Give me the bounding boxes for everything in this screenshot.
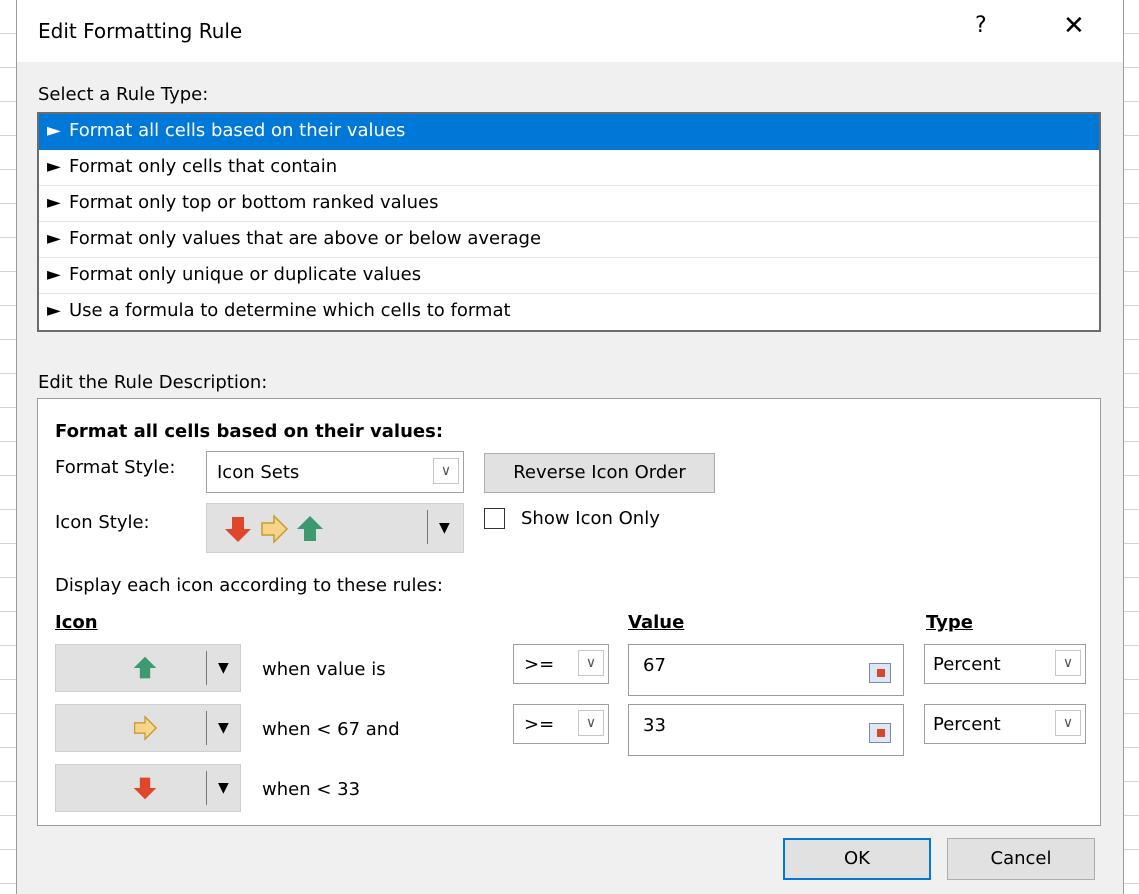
rule-condition-text: when < 67 and xyxy=(262,719,400,740)
chevron-down-icon: ∨ xyxy=(1055,650,1081,676)
chevron-down-icon: ∨ xyxy=(578,710,604,736)
arrow-pointer-icon: ► xyxy=(47,156,61,177)
down-arrow-red-icon xyxy=(225,517,251,542)
range-select-icon[interactable] xyxy=(869,723,891,743)
arrow-pointer-icon: ► xyxy=(47,120,61,141)
arrow-pointer-icon: ► xyxy=(47,300,61,321)
dialog-title: Edit Formatting Rule xyxy=(38,19,243,43)
rule-type-item[interactable]: ► Format only top or bottom ranked values xyxy=(39,186,1099,222)
chevron-down-icon: ∨ xyxy=(1055,710,1081,736)
type-select[interactable]: Percent ∨ xyxy=(924,644,1086,684)
down-arrow-red-icon xyxy=(133,777,157,800)
title-bar: Edit Formatting Rule ? ✕ xyxy=(17,0,1123,62)
icon-style-label: Icon Style: xyxy=(55,512,150,533)
icon-style-select[interactable]: ▼ xyxy=(206,503,464,553)
edit-formatting-rule-dialog: Edit Formatting Rule ? ✕ Select a Rule T… xyxy=(16,0,1124,894)
icon-column-header: Icon xyxy=(55,612,98,633)
dropdown-arrow-icon: ▼ xyxy=(218,780,229,796)
show-icon-only-label: Show Icon Only xyxy=(521,508,660,529)
reverse-icon-order-button[interactable]: Reverse Icon Order xyxy=(484,453,715,493)
type-select[interactable]: Percent ∨ xyxy=(924,704,1086,744)
value-input[interactable]: 67 xyxy=(628,644,904,696)
format-style-label: Format Style: xyxy=(55,457,176,478)
format-style-value: Icon Sets xyxy=(217,462,300,483)
rule-description-panel: Format all cells based on their values: … xyxy=(37,398,1101,826)
chevron-down-icon: ∨ xyxy=(578,650,604,676)
up-arrow-green-icon xyxy=(297,516,323,541)
type-column-header: Type xyxy=(926,612,973,633)
right-arrow-yellow-icon xyxy=(261,514,289,544)
rule-type-label: Select a Rule Type: xyxy=(38,84,209,105)
display-rules-label: Display each icon according to these rul… xyxy=(55,575,443,596)
chevron-down-icon: ∨ xyxy=(433,458,459,484)
close-button[interactable]: ✕ xyxy=(1063,11,1085,41)
rule-icon-select[interactable]: ▼ xyxy=(55,764,241,812)
right-arrow-yellow-icon xyxy=(133,715,158,741)
rule-type-item[interactable]: ► Format only cells that contain xyxy=(39,150,1099,186)
value-column-header: Value xyxy=(628,612,685,633)
rule-icon-select[interactable]: ▼ xyxy=(55,704,241,752)
dropdown-arrow-icon: ▼ xyxy=(439,520,450,536)
rule-condition-text: when value is xyxy=(262,659,386,680)
dropdown-arrow-icon: ▼ xyxy=(218,720,229,736)
rule-icon-select[interactable]: ▼ xyxy=(55,644,241,692)
show-icon-only-checkbox[interactable] xyxy=(484,508,505,529)
help-button[interactable]: ? xyxy=(975,13,987,38)
arrow-pointer-icon: ► xyxy=(47,228,61,249)
rule-condition-text: when < 33 xyxy=(262,779,361,800)
range-select-icon[interactable] xyxy=(869,663,891,683)
rule-type-list: ► Format all cells based on their values … xyxy=(37,112,1101,332)
up-arrow-green-icon xyxy=(133,656,157,679)
description-heading: Format all cells based on their values: xyxy=(55,421,444,442)
arrow-pointer-icon: ► xyxy=(47,192,61,213)
rule-type-item[interactable]: ► Format only values that are above or be… xyxy=(39,222,1099,258)
rule-description-label: Edit the Rule Description: xyxy=(38,372,268,393)
rule-type-item[interactable]: ► Format all cells based on their values xyxy=(39,114,1099,150)
operator-select[interactable]: >= ∨ xyxy=(513,644,609,684)
dropdown-arrow-icon: ▼ xyxy=(218,660,229,676)
cancel-button[interactable]: Cancel xyxy=(947,838,1095,880)
rule-type-item[interactable]: ► Format only unique or duplicate values xyxy=(39,258,1099,294)
arrow-pointer-icon: ► xyxy=(47,264,61,285)
operator-select[interactable]: >= ∨ xyxy=(513,704,609,744)
format-style-select[interactable]: Icon Sets ∨ xyxy=(206,451,464,493)
ok-button[interactable]: OK xyxy=(783,838,931,880)
rule-type-item[interactable]: ► Use a formula to determine which cells … xyxy=(39,294,1099,329)
value-input[interactable]: 33 xyxy=(628,704,904,756)
